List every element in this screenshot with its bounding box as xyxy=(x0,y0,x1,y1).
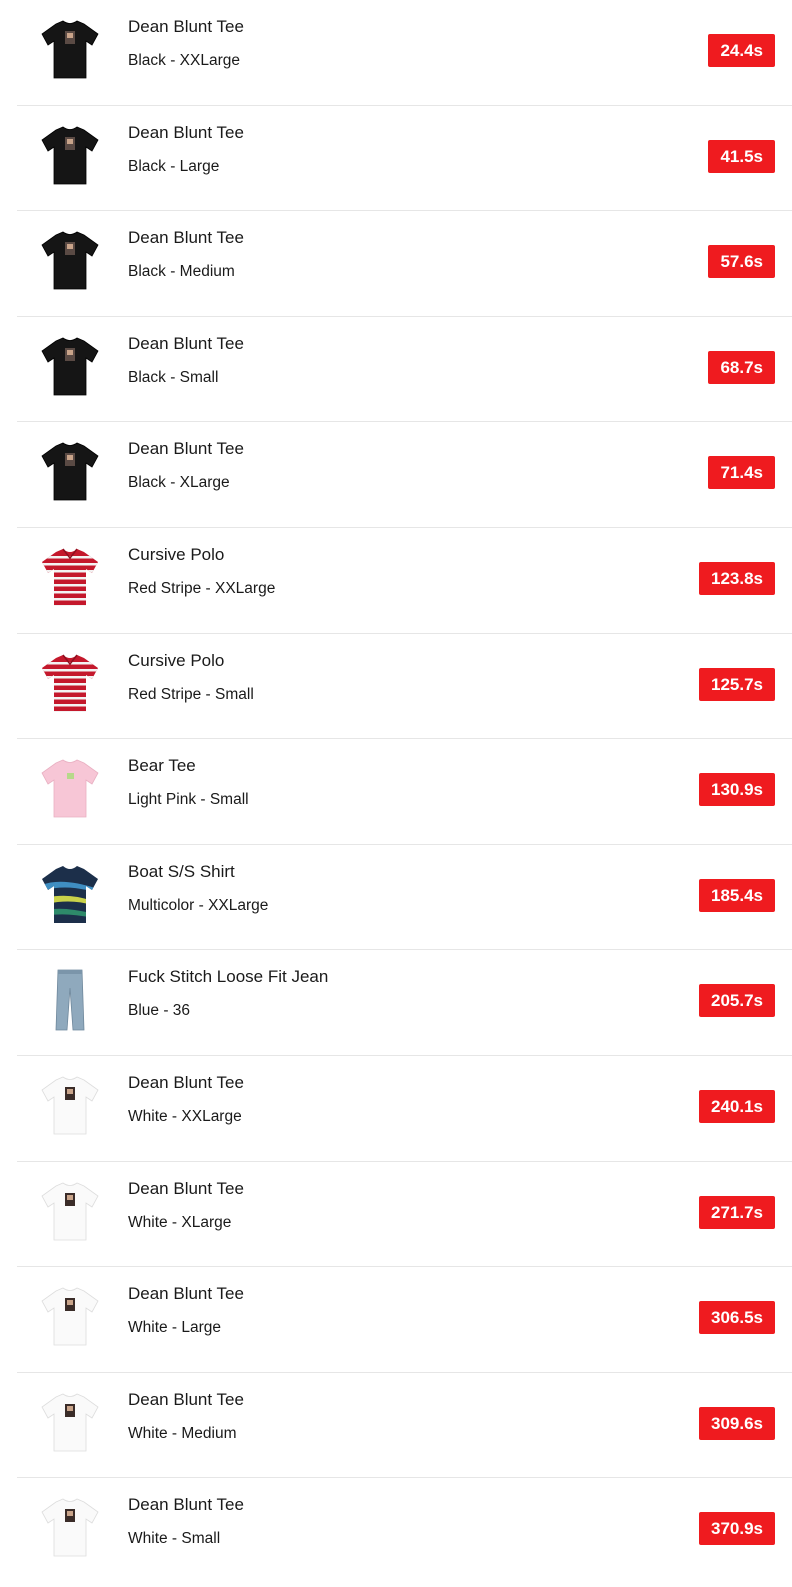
product-variant: Light Pink - Small xyxy=(128,791,249,809)
list-item[interactable]: Dean Blunt Tee White - XXLarge 240.1s xyxy=(17,1056,792,1162)
product-variant: Black - XXLarge xyxy=(128,52,240,69)
list-item[interactable]: Dean Blunt Tee Black - Large 41.5s xyxy=(17,106,792,212)
product-variant: Red Stripe - XXLarge xyxy=(128,579,276,597)
product-image xyxy=(32,1285,108,1349)
time-badge: 271.7s xyxy=(699,1195,775,1229)
time-badge: 41.5s xyxy=(708,139,775,173)
product-image xyxy=(32,1391,108,1455)
product-image xyxy=(32,968,108,1032)
time-badge: 24.4s xyxy=(708,34,775,67)
product-variant: Black - Medium xyxy=(128,263,235,281)
product-variant: White - Medium xyxy=(128,1424,237,1442)
time-badge: 205.7s xyxy=(699,984,775,1018)
product-name: Dean Blunt Tee xyxy=(128,439,244,459)
product-name: Dean Blunt Tee xyxy=(128,122,244,142)
product-image xyxy=(32,863,108,927)
product-name: Dean Blunt Tee xyxy=(128,1284,244,1304)
list-item[interactable]: Dean Blunt Tee Black - Small 68.7s xyxy=(17,317,792,423)
list-item[interactable]: Fuck Stitch Loose Fit Jean Blue - 36 205… xyxy=(17,950,792,1056)
list-item[interactable]: Cursive Polo Red Stripe - Small 125.7s xyxy=(17,634,792,740)
list-item[interactable]: Boat S/S Shirt Multicolor - XXLarge 185.… xyxy=(17,845,792,951)
time-badge: 68.7s xyxy=(708,350,775,384)
product-image xyxy=(32,652,108,716)
product-name: Cursive Polo xyxy=(128,544,225,564)
product-name: Bear Tee xyxy=(128,756,196,776)
product-image xyxy=(32,546,108,610)
product-variant: Multicolor - XXLarge xyxy=(128,896,269,914)
list-item[interactable]: Bear Tee Light Pink - Small 130.9s xyxy=(17,739,792,845)
product-image xyxy=(32,18,108,82)
product-variant: Blue - 36 xyxy=(128,1002,191,1020)
product-name: Fuck Stitch Loose Fit Jean xyxy=(128,967,329,987)
product-image xyxy=(32,1496,108,1560)
product-image xyxy=(32,229,108,293)
product-name: Dean Blunt Tee xyxy=(128,1072,244,1092)
product-image xyxy=(32,757,108,821)
time-badge: 123.8s xyxy=(699,561,775,595)
list-item[interactable]: Dean Blunt Tee Black - XLarge 71.4s xyxy=(17,422,792,528)
product-variant: White - Large xyxy=(128,1319,222,1337)
product-variant: White - XXLarge xyxy=(128,1107,242,1125)
product-name: Dean Blunt Tee xyxy=(128,1495,244,1515)
list-item[interactable]: Dean Blunt Tee White - Medium 309.6s xyxy=(17,1373,792,1479)
time-badge: 240.1s xyxy=(699,1089,775,1123)
time-badge: 125.7s xyxy=(699,667,775,701)
product-variant: Red Stripe - Small xyxy=(128,685,254,703)
list-item[interactable]: Dean Blunt Tee White - XLarge 271.7s xyxy=(17,1162,792,1268)
product-variant: Black - Large xyxy=(128,157,220,175)
product-image xyxy=(32,1074,108,1138)
product-name: Boat S/S Shirt xyxy=(128,861,235,881)
list-item[interactable]: Dean Blunt Tee White - Large 306.5s xyxy=(17,1267,792,1373)
product-variant: Black - XLarge xyxy=(128,474,230,492)
product-name: Dean Blunt Tee xyxy=(128,1389,244,1409)
list-item[interactable]: Dean Blunt Tee White - Small 370.9s xyxy=(17,1478,792,1584)
list-item[interactable]: Dean Blunt Tee Black - XXLarge 24.4s xyxy=(17,0,792,106)
time-badge: 306.5s xyxy=(699,1301,775,1335)
time-badge: 130.9s xyxy=(699,773,775,807)
product-list: Dean Blunt Tee Black - XXLarge 24.4s Dea… xyxy=(17,0,792,1584)
product-image xyxy=(32,440,108,504)
product-image xyxy=(32,124,108,188)
time-badge: 185.4s xyxy=(699,878,775,912)
list-item[interactable]: Dean Blunt Tee Black - Medium 57.6s xyxy=(17,211,792,317)
list-item[interactable]: Cursive Polo Red Stripe - XXLarge 123.8s xyxy=(17,528,792,634)
product-image xyxy=(32,335,108,399)
product-name: Dean Blunt Tee xyxy=(128,1178,244,1198)
product-name: Dean Blunt Tee xyxy=(128,228,244,248)
product-name: Dean Blunt Tee xyxy=(128,17,244,36)
time-badge: 309.6s xyxy=(699,1406,775,1440)
product-name: Dean Blunt Tee xyxy=(128,333,244,353)
product-variant: White - XLarge xyxy=(128,1213,232,1231)
time-badge: 370.9s xyxy=(699,1512,775,1546)
time-badge: 71.4s xyxy=(708,456,775,490)
product-variant: Black - Small xyxy=(128,368,219,386)
time-badge: 57.6s xyxy=(708,245,775,279)
product-name: Cursive Polo xyxy=(128,650,225,670)
product-image xyxy=(32,1180,108,1244)
product-variant: White - Small xyxy=(128,1530,221,1548)
